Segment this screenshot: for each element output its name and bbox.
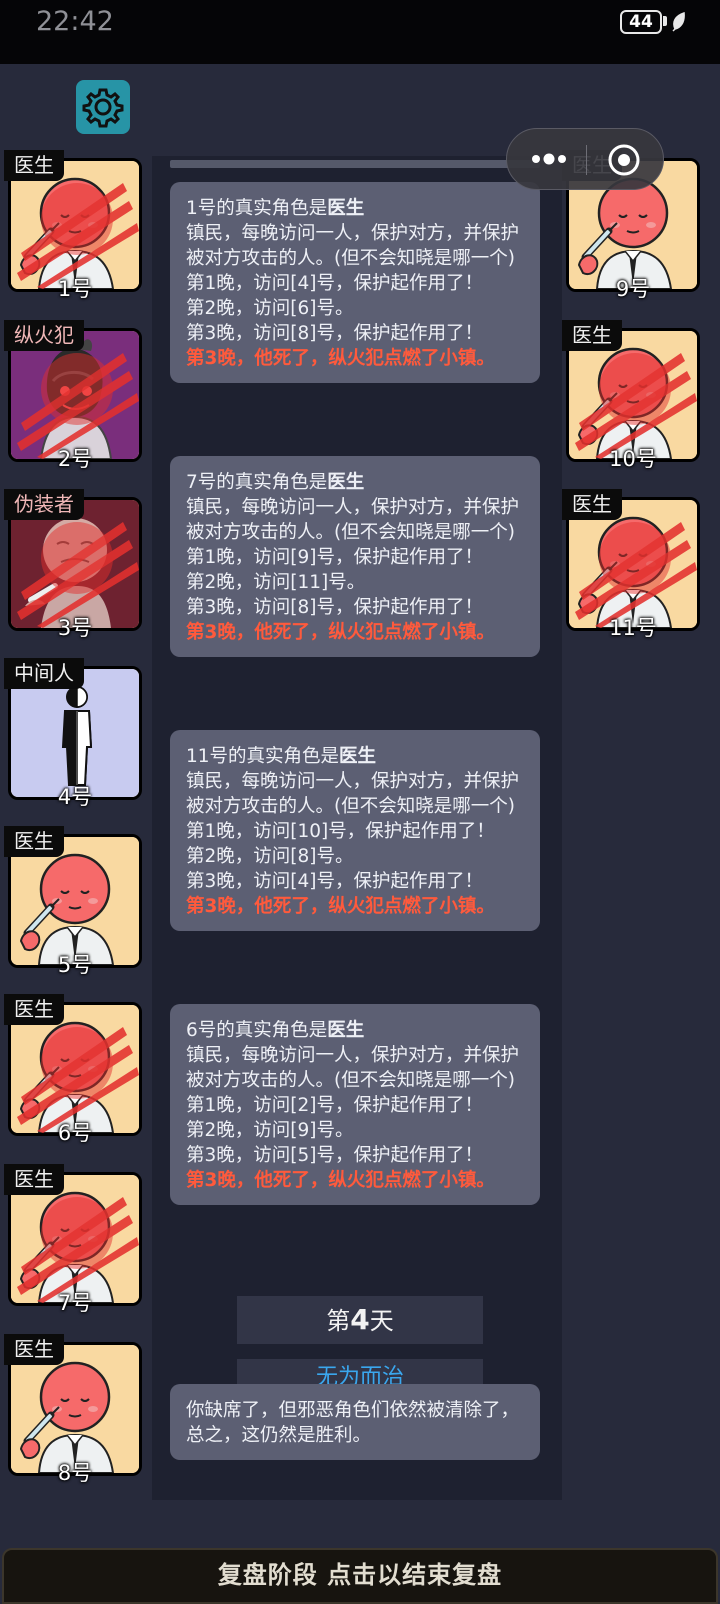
night-action: 第2晚，访问[6]号。 [186, 298, 354, 319]
player-number: 5号 [57, 953, 93, 977]
role-description: 镇民，每晚访问一人，保护对方，并保护被对方攻击的人。(但不会知晓是哪一个) [186, 1045, 520, 1091]
settings-button[interactable] [76, 80, 130, 134]
player-number: 3号 [57, 616, 93, 640]
death-note: 第3晚，他死了，纵火犯点燃了小镇。 [186, 622, 495, 643]
player-number: 4号 [57, 785, 93, 809]
close-target-icon[interactable] [607, 143, 641, 177]
death-note: 第3晚，他死了，纵火犯点燃了小镇。 [186, 896, 495, 917]
player-card[interactable]: 医生 6号 [4, 994, 146, 1145]
player-role-label: 伪装者 [4, 489, 84, 520]
player-role-label: 医生 [4, 150, 64, 181]
revealed-role: 医生 [327, 198, 365, 219]
player-card[interactable]: 医生 10号 [562, 320, 704, 471]
night-action: 第2晚，访问[9]号。 [186, 1120, 354, 1141]
player-card[interactable]: 医生 1号 [4, 150, 146, 301]
player-number: 10号 [609, 447, 657, 471]
player-number: 9号 [615, 277, 651, 301]
player-card[interactable]: 伪装者 3号 [4, 489, 146, 640]
reveal-line: 1号的真实角色是医生 [186, 198, 365, 219]
player-number: 7号 [57, 1291, 93, 1315]
player-role-label: 医生 [4, 994, 64, 1025]
miniprogram-capsule [506, 128, 664, 190]
death-note: 第3晚，他死了，纵火犯点燃了小镇。 [186, 348, 495, 369]
role-description: 镇民，每晚访问一人，保护对方，并保护被对方攻击的人。(但不会知晓是哪一个) [186, 771, 520, 817]
gear-icon [82, 88, 124, 128]
day-indicator: 第4天 [237, 1296, 483, 1344]
night-action: 第2晚，访问[11]号。 [186, 572, 366, 593]
player-role-label: 纵火犯 [4, 320, 84, 351]
summary-message: 你缺席了，但邪恶角色们依然被清除了，总之，这仍然是胜利。 [170, 1384, 540, 1460]
capsule-divider [586, 145, 587, 175]
day-number: 4 [350, 1303, 370, 1336]
day-suffix: 天 [369, 1307, 394, 1335]
night-action: 第3晚，访问[4]号，保护起作用了！ [186, 871, 483, 892]
player-number: 1号 [57, 277, 93, 301]
player-card[interactable]: 医生 11号 [562, 489, 704, 640]
status-time: 22:42 [36, 6, 114, 37]
night-action: 第3晚，访问[8]号，保护起作用了！ [186, 597, 483, 618]
scroll-indicator[interactable] [170, 160, 540, 168]
revealed-role: 医生 [327, 472, 365, 493]
role-description: 镇民，每晚访问一人，保护对方，并保护被对方攻击的人。(但不会知晓是哪一个) [186, 497, 520, 543]
night-action: 第1晚，访问[10]号，保护起作用了！ [186, 821, 495, 842]
player-role-label: 医生 [562, 489, 622, 520]
role-reveal-message: 6号的真实角色是医生镇民，每晚访问一人，保护对方，并保护被对方攻击的人。(但不会… [170, 1004, 540, 1205]
player-role-label: 医生 [562, 320, 622, 351]
night-action: 第3晚，访问[5]号，保护起作用了！ [186, 1145, 483, 1166]
player-role-label: 医生 [4, 826, 64, 857]
end-review-button[interactable]: 复盘阶段 点击以结束复盘 [2, 1548, 718, 1604]
night-action: 第3晚，访问[8]号，保护起作用了！ [186, 323, 483, 344]
player-number: 8号 [57, 1461, 93, 1485]
day-prefix: 第 [326, 1307, 351, 1335]
revealed-role: 医生 [327, 1020, 365, 1041]
night-action: 第1晚，访问[9]号，保护起作用了！ [186, 547, 483, 568]
player-card[interactable]: 纵火犯 2号 [4, 320, 146, 471]
night-action: 第1晚，访问[4]号，保护起作用了！ [186, 273, 483, 294]
player-card[interactable]: 医生 8号 [4, 1334, 146, 1485]
player-number: 6号 [57, 1121, 93, 1145]
reveal-line: 6号的真实角色是医生 [186, 1020, 365, 1041]
battery-tip [663, 16, 667, 26]
player-number: 2号 [57, 447, 93, 471]
death-note: 第3晚，他死了，纵火犯点燃了小镇。 [186, 1170, 495, 1191]
reveal-line: 7号的真实角色是医生 [186, 472, 365, 493]
night-action: 第1晚，访问[2]号，保护起作用了！ [186, 1095, 483, 1116]
player-card[interactable]: 医生 5号 [4, 826, 146, 977]
player-role-label: 医生 [4, 1164, 64, 1195]
battery-icon: 44 [620, 10, 662, 34]
more-icon[interactable] [529, 148, 569, 170]
reveal-line: 11号的真实角色是医生 [186, 746, 377, 767]
summary-text: 你缺席了，但邪恶角色们依然被清除了，总之，这仍然是胜利。 [186, 1400, 520, 1446]
role-reveal-message: 1号的真实角色是医生镇民，每晚访问一人，保护对方，并保护被对方攻击的人。(但不会… [170, 182, 540, 383]
revealed-role: 医生 [339, 746, 377, 767]
role-reveal-message: 7号的真实角色是医生镇民，每晚访问一人，保护对方，并保护被对方攻击的人。(但不会… [170, 456, 540, 657]
player-card[interactable]: 中间人 4号 [4, 658, 146, 809]
role-reveal-message: 11号的真实角色是医生镇民，每晚访问一人，保护对方，并保护被对方攻击的人。(但不… [170, 730, 540, 931]
player-number: 11号 [609, 616, 657, 640]
status-bar: 22:42 44 [0, 0, 720, 64]
night-action: 第2晚，访问[8]号。 [186, 846, 354, 867]
player-role-label: 医生 [4, 1334, 64, 1365]
role-description: 镇民，每晚访问一人，保护对方，并保护被对方攻击的人。(但不会知晓是哪一个) [186, 223, 520, 269]
player-card[interactable]: 医生 7号 [4, 1164, 146, 1315]
player-role-label: 中间人 [4, 658, 84, 689]
leaf-icon [672, 12, 685, 32]
